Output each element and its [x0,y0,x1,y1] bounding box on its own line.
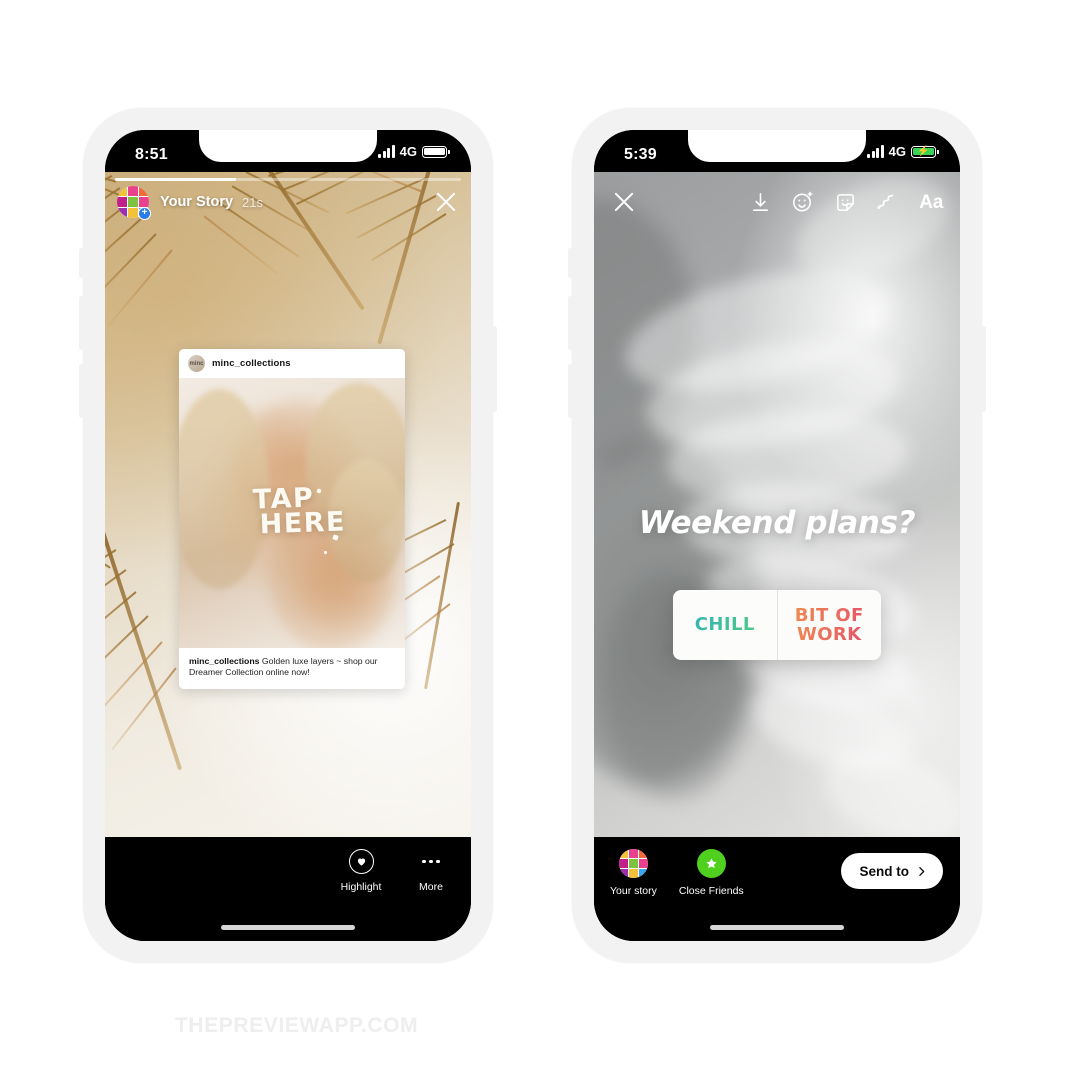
screen-left: + Your Story 21s minc minc_collections T… [105,130,471,941]
front-camera [783,138,795,149]
volume-down-button[interactable] [568,364,573,418]
send-to-button[interactable]: Send to [840,853,943,889]
status-time: 8:51 [135,146,168,163]
story-actions: Highlight More [339,849,453,893]
chevron-right-icon [919,866,925,876]
charging-bolt-icon: ⚡ [917,145,930,157]
volume-up-button[interactable] [79,296,84,350]
phone-mockup-right: Aa Weekend plans? CHILL BIT OF WORK Your… [568,108,986,963]
signal-bars-icon [867,145,884,158]
poll-right-line-1: BIT OF [794,604,864,626]
share-close-friends[interactable]: Close Friends [679,849,744,897]
notch [688,130,866,162]
highlight-label: Highlight [340,881,382,893]
text-icon[interactable]: Aa [919,193,943,212]
status-indicators: 4G [378,144,450,159]
network-label: 4G [888,144,906,159]
story-viewer-left[interactable]: + Your Story 21s minc minc_collections T… [105,172,471,837]
poll-option-left[interactable]: CHILL [673,590,777,660]
earpiece-speaker [253,140,316,147]
sticker-icon[interactable] [834,191,857,214]
mute-switch[interactable] [568,248,573,278]
power-button[interactable] [981,326,986,412]
more-dots-icon [422,849,440,874]
more-button[interactable]: More [409,849,453,893]
poll-option-left-label: CHILL [694,614,755,636]
home-indicator[interactable] [221,925,355,930]
share-bottom-bar: Your story Close Friends Send to [594,837,960,941]
home-indicator[interactable] [710,925,844,930]
phone-mockup-left: + Your Story 21s minc minc_collections T… [79,108,497,963]
post-handle[interactable]: minc_collections [212,358,291,369]
story-editor[interactable]: Aa Weekend plans? CHILL BIT OF WORK [594,172,960,837]
add-to-story-badge[interactable]: + [138,207,151,220]
status-indicators: 4G ⚡ [867,144,939,159]
screen-right: Aa Weekend plans? CHILL BIT OF WORK Your… [594,130,960,941]
story-username: Your Story [160,194,234,210]
close-friends-label: Close Friends [678,885,744,897]
post-photo: TAP HERE [179,378,405,648]
editor-toolbar: Aa [594,186,960,218]
story-progress-fill [115,178,237,181]
highlight-button[interactable]: Highlight [339,849,383,893]
sparkle-icon [316,488,322,494]
draw-icon[interactable] [876,190,900,214]
send-to-label: Send to [859,863,910,879]
front-camera [294,138,306,149]
editor-tools: Aa [749,190,943,214]
sparkle-icon [332,533,339,541]
story-header: + Your Story 21s [105,186,471,220]
text-tool-label: Aa [919,191,943,213]
story-title-text[interactable]: Weekend plans? [639,505,916,541]
poll-option-right-label: BIT OF WORK [795,606,864,645]
battery-charging-icon: ⚡ [911,145,939,158]
signal-bars-icon [378,145,395,158]
battery-icon [422,145,450,158]
more-label: More [419,881,443,893]
share-targets: Your story Close Friends [610,849,744,897]
sparkle-icon [323,550,328,555]
volume-down-button[interactable] [79,364,84,418]
mute-switch[interactable] [79,248,84,278]
poll-right-line-2: WORK [796,624,862,645]
network-label: 4G [399,144,417,159]
story-elapsed-time: 21s [242,194,264,210]
preview-grid-avatar [618,849,648,878]
notch [199,130,377,162]
share-your-story[interactable]: Your story [610,849,657,897]
download-icon[interactable] [749,191,772,214]
story-progress-bar [115,178,461,181]
story-bottom-bar: Highlight More [105,837,471,941]
power-button[interactable] [492,326,497,412]
watermark: THEPREVIEWAPP.COM [175,1014,419,1037]
heart-circle-icon [348,849,374,874]
caption-author: minc_collections [189,656,260,666]
your-story-label: Your story [610,885,657,897]
status-time: 5:39 [624,146,657,163]
shared-post-card[interactable]: minc minc_collections TAP HERE minc_coll… [179,349,405,689]
tap-here-overlay: TAP HERE [252,482,346,540]
earpiece-speaker [742,140,805,147]
effects-icon[interactable] [791,190,815,214]
close-icon[interactable] [433,189,459,215]
close-friends-star-icon [696,849,726,878]
close-icon[interactable] [611,189,637,215]
post-caption: minc_collections Golden luxe layers ~ sh… [179,648,405,689]
poll-option-right[interactable]: BIT OF WORK [778,590,882,660]
minc-avatar: minc [188,355,205,372]
volume-up-button[interactable] [568,296,573,350]
poll-sticker[interactable]: CHILL BIT OF WORK [673,590,881,660]
avatar[interactable]: + [117,186,151,220]
post-card-header: minc minc_collections [179,349,405,378]
